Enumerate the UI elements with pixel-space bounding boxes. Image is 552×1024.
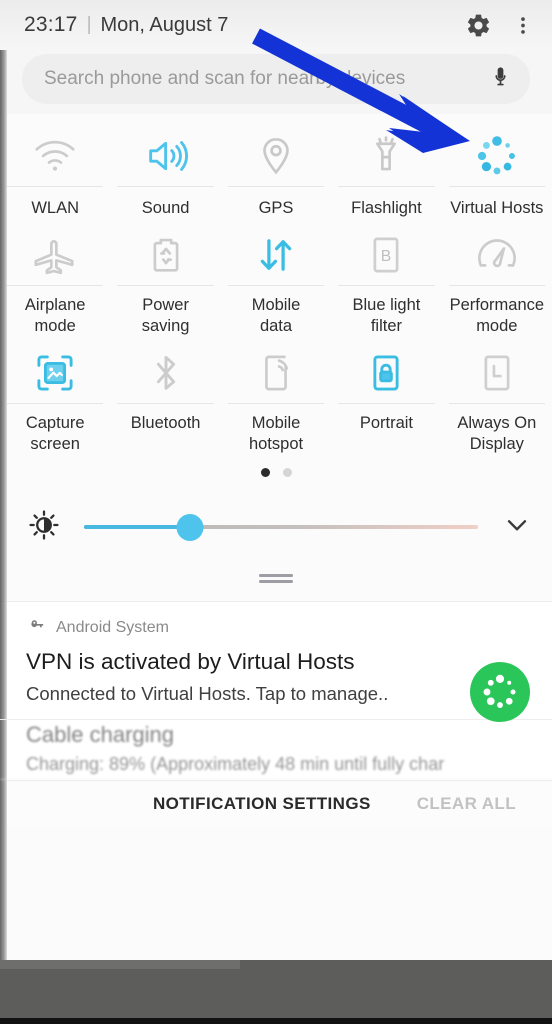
page-dot-2[interactable] [282,467,292,477]
battery-saver-icon [143,227,189,283]
navigation-bar [0,960,552,1024]
bluetooth-icon [143,345,189,401]
quick-settings-row-1: WLAN Sound GPS Flashlight Virtual Hosts [0,120,552,219]
handle-bar [259,579,293,583]
notification-action-bar: NOTIFICATION SETTINGS CLEAR ALL [0,780,552,826]
tile-portrait[interactable]: Portrait [331,337,441,455]
chevron-down-icon[interactable] [500,508,534,547]
quick-settings-screen: 23:17 | Mon, August 7 Search phone and s… [0,0,552,1024]
gear-icon[interactable] [465,12,492,39]
tile-flashlight[interactable]: Flashlight [331,120,441,219]
microphone-icon[interactable] [489,63,512,96]
svg-text:B: B [381,248,391,265]
tile-bluetooth[interactable]: Bluetooth [110,337,220,455]
more-vertical-icon[interactable] [512,12,534,39]
tile-mobile-hotspot[interactable]: Mobile hotspot [221,337,331,455]
tile-label: Sound [141,199,190,217]
screen-edge-strip [0,0,7,960]
page-dot-1[interactable] [260,467,270,477]
tile-label: Bluetooth [130,414,201,432]
screenshot-icon [32,345,78,401]
page-indicator [0,455,552,489]
notification-body: Charging: 89% (Approximately 48 min unti… [26,754,445,774]
location-pin-icon [253,128,299,184]
tile-power-saving[interactable]: Power saving [110,219,220,337]
notification-item[interactable]: Android System VPN is activated by Virtu… [0,602,552,722]
quick-settings-row-3: Capture screen Bluetooth Mobile hotspot … [0,337,552,455]
tile-blue-light-filter[interactable]: B Blue light filter [331,219,441,337]
notification-item[interactable]: Cable charging Charging: 89% (Approximat… [0,720,552,780]
tile-wlan[interactable]: WLAN [0,120,110,219]
quick-settings-row-2: Airplane mode Power saving Mobile data B… [0,219,552,337]
tile-label: Virtual Hosts [450,199,544,217]
wifi-icon [32,128,78,184]
tile-label: WLAN [31,199,80,217]
tile-airplane-mode[interactable]: Airplane mode [0,219,110,337]
tile-mobile-data[interactable]: Mobile data [221,219,331,337]
tile-label: Performance mode [449,296,545,335]
status-bar: 23:17 | Mon, August 7 [0,0,552,50]
brightness-row [0,489,552,555]
tile-performance-mode[interactable]: Performance mode [442,219,552,337]
blue-light-icon: B [363,227,409,283]
tile-always-on-display[interactable]: Always On Display [442,337,552,455]
tile-label: Portrait [359,414,414,432]
flashlight-icon [363,128,409,184]
tile-gps[interactable]: GPS [221,120,331,219]
brightness-slider[interactable] [84,513,478,541]
tile-virtual-hosts[interactable]: Virtual Hosts [442,120,552,219]
volume-icon [143,128,189,184]
notification-header: Android System [26,616,532,640]
tile-capture-screen[interactable]: Capture screen [0,337,110,455]
tile-label: Airplane mode [24,296,86,335]
status-separator: | [86,14,92,35]
tile-label: Always On Display [457,414,537,453]
notification-list: Android System VPN is activated by Virtu… [0,601,552,780]
tile-label: Capture screen [25,414,85,453]
tile-label: GPS [258,199,294,217]
notification-title: VPN is activated by Virtual Hosts [26,649,355,674]
hotspot-icon [253,345,299,401]
search-bar-container [0,50,552,114]
search-input[interactable] [44,68,489,90]
status-date: Mon, August 7 [100,13,229,36]
tile-label: Blue light filter [352,296,421,335]
tile-label: Mobile hotspot [248,414,304,453]
tile-label: Flashlight [351,199,422,217]
slider-fill [84,525,191,529]
notification-app-name: Android System [56,619,169,636]
panel-drag-handle[interactable] [0,555,552,601]
clear-all-button[interactable]: CLEAR ALL [417,794,516,814]
rotation-lock-icon [363,345,409,401]
tile-label: Power saving [141,296,190,335]
handle-bar [259,573,293,577]
tile-label: Mobile data [251,296,301,335]
status-time: 23:17 [24,13,78,36]
notification-settings-button[interactable]: NOTIFICATION SETTINGS [153,794,371,814]
data-arrows-icon [253,227,299,283]
brightness-icon [28,509,60,546]
dotted-ring-icon [474,128,520,184]
speedometer-icon [474,227,520,283]
quick-settings-grid: WLAN Sound GPS Flashlight Virtual Hosts … [0,114,552,555]
key-icon [26,616,45,640]
notification-title: Cable charging [26,722,174,747]
always-on-icon [474,345,520,401]
slider-thumb[interactable] [176,513,204,541]
airplane-icon [32,227,78,283]
notification-body: Connected to Virtual Hosts. Tap to manag… [26,683,389,704]
notification-app-avatar [470,662,530,722]
search-bar[interactable] [22,54,530,104]
tile-sound[interactable]: Sound [110,120,220,219]
